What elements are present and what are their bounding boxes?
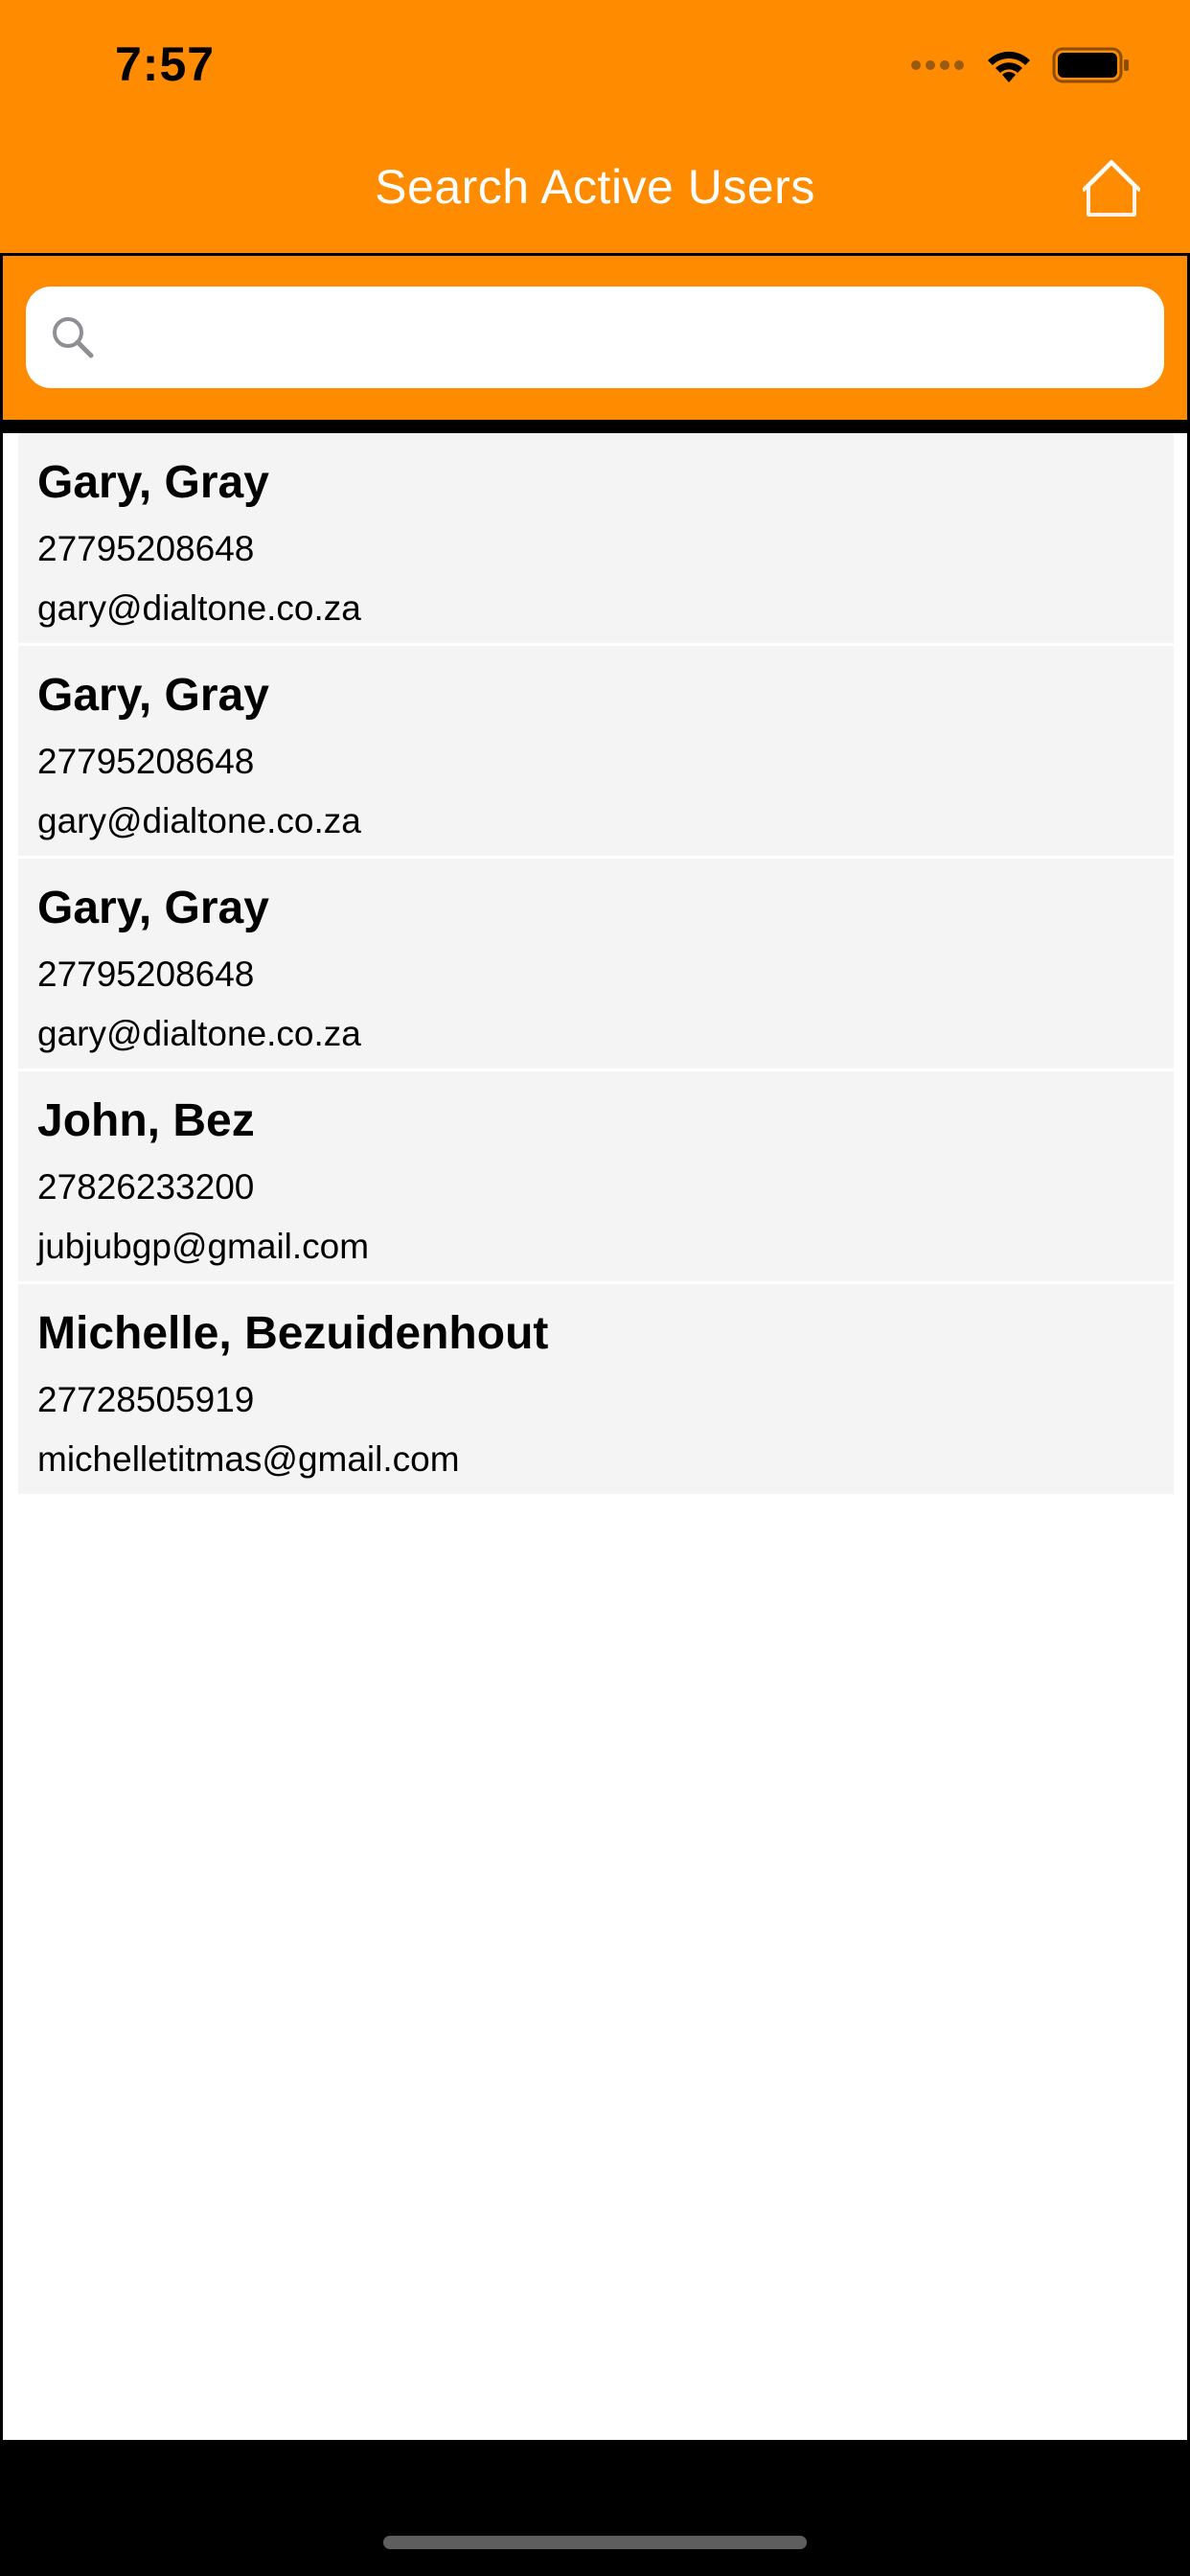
list-item[interactable]: Gary, Gray 27795208648 gary@dialtone.co.… [18,433,1174,643]
user-email: michelletitmas@gmail.com [37,1439,460,1479]
page-title: Search Active Users [375,160,815,214]
screen: 7:57 Search Active Users Gary, Gray 2779… [0,0,1190,2576]
home-indicator[interactable] [383,2536,807,2549]
home-icon [1081,160,1142,217]
user-email: gary@dialtone.co.za [37,1014,361,1053]
user-email: jubjubgp@gmail.com [37,1227,370,1266]
user-phone: 27728505919 [37,1380,255,1419]
user-list-container: Gary, Gray 27795208648 gary@dialtone.co.… [0,433,1190,2440]
user-email: gary@dialtone.co.za [37,588,361,628]
home-button[interactable] [1081,159,1142,218]
battery-icon [1052,47,1129,83]
search-input[interactable] [112,287,1151,390]
user-phone: 27826233200 [37,1167,255,1207]
search-field[interactable] [26,287,1164,390]
list-item[interactable]: Michelle, Bezuidenhout 27728505919 miche… [18,1284,1174,1494]
user-list: Gary, Gray 27795208648 gary@dialtone.co.… [18,433,1174,1494]
status-icons [910,46,1131,84]
list-item[interactable]: Gary, Gray 27795208648 gary@dialtone.co.… [18,646,1174,856]
search-bar [0,253,1190,420]
status-time: 7:57 [115,37,216,91]
divider [0,420,1190,433]
user-name: John, Bez [37,1095,255,1146]
user-phone: 27795208648 [37,954,255,994]
user-name: Gary, Gray [37,670,269,721]
wifi-icon [988,51,1030,82]
user-email: gary@dialtone.co.za [37,801,361,840]
list-item[interactable]: Gary, Gray 27795208648 gary@dialtone.co.… [18,859,1174,1069]
search-icon [53,317,94,358]
user-name: Gary, Gray [37,457,269,508]
user-phone: 27795208648 [37,742,255,781]
user-name: Gary, Gray [37,883,269,933]
list-item[interactable]: John, Bez 27826233200 jubjubgp@gmail.com [18,1071,1174,1281]
cellular-signal-icon [911,60,964,70]
header: 7:57 Search Active Users [0,0,1190,253]
user-phone: 27795208648 [37,529,255,568]
user-name: Michelle, Bezuidenhout [37,1308,549,1359]
